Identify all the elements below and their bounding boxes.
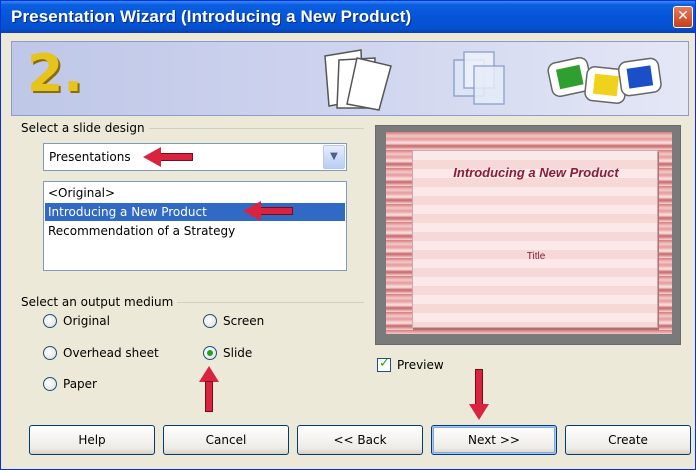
- color-slides-icon: [547, 56, 662, 104]
- slide-preview-title: Introducing a New Product: [453, 165, 619, 180]
- annotation-arrow-next-head: [469, 404, 489, 420]
- annotation-arrow-template-head: [243, 201, 261, 221]
- slide-preview-subtitle: Title: [526, 251, 546, 262]
- template-item-strategy[interactable]: Recommendation of a Strategy: [45, 222, 345, 240]
- preview-checkbox-label: Preview: [397, 358, 444, 372]
- radio-original-indicator[interactable]: [43, 314, 57, 328]
- template-item-new-product[interactable]: Introducing a New Product: [45, 203, 345, 221]
- back-button[interactable]: << Back: [297, 425, 423, 455]
- dropdown-arrow-icon[interactable]: ▼: [323, 145, 345, 169]
- template-list[interactable]: <Original> Introducing a New Product Rec…: [43, 181, 347, 271]
- annotation-arrow-next-shaft: [475, 369, 483, 405]
- slide-preview-card: Introducing a New Product Title: [412, 150, 658, 328]
- annotation-arrow-slide-shaft: [205, 381, 213, 412]
- output-medium-label: Select an output medium: [21, 295, 178, 309]
- radio-overhead-indicator[interactable]: [43, 346, 57, 360]
- template-item-original[interactable]: <Original>: [45, 184, 345, 202]
- slide-preview-background: Introducing a New Product Title: [386, 132, 672, 334]
- radio-paper[interactable]: Paper: [43, 377, 97, 391]
- preview-checkbox[interactable]: Preview: [377, 356, 444, 372]
- radio-slide-indicator[interactable]: [203, 346, 217, 360]
- radio-paper-indicator[interactable]: [43, 377, 57, 391]
- annotation-arrow-next: [469, 369, 489, 421]
- category-value: Presentations: [49, 150, 131, 164]
- annotation-arrow-slide-head: [199, 366, 219, 382]
- help-button[interactable]: Help: [29, 425, 155, 455]
- layers-icon: [453, 51, 505, 105]
- radio-overhead-label: Overhead sheet: [63, 346, 159, 360]
- radio-screen-indicator[interactable]: [203, 314, 217, 328]
- annotation-arrow-dropdown-shaft: [159, 153, 193, 161]
- radio-slide-label: Slide: [223, 346, 253, 360]
- radio-original[interactable]: Original: [43, 314, 110, 328]
- slide-preview: Introducing a New Product Title: [375, 125, 681, 345]
- category-dropdown[interactable]: Presentations ▼: [43, 143, 347, 171]
- window-title: Presentation Wizard (Introducing a New P…: [11, 7, 412, 26]
- slide-design-label: Select a slide design: [21, 121, 149, 135]
- annotation-arrow-dropdown: [143, 147, 193, 167]
- annotation-arrow-slide: [199, 366, 219, 412]
- annotation-arrow-template: [243, 201, 293, 221]
- create-button[interactable]: Create: [565, 425, 691, 455]
- cancel-button[interactable]: Cancel: [163, 425, 289, 455]
- title-bar[interactable]: Presentation Wizard (Introducing a New P…: [1, 1, 695, 33]
- preview-checkbox-box[interactable]: [377, 356, 391, 372]
- next-button[interactable]: Next >>: [431, 425, 557, 455]
- close-icon: ✕: [677, 8, 689, 24]
- annotation-arrow-template-shaft: [259, 207, 293, 215]
- radio-original-label: Original: [63, 314, 110, 328]
- step-number: 2.: [27, 44, 83, 104]
- annotation-arrow-dropdown-head: [143, 147, 161, 167]
- radio-overhead-sheet[interactable]: Overhead sheet: [43, 346, 159, 360]
- radio-screen[interactable]: Screen: [203, 314, 264, 328]
- presentation-wizard-window: Presentation Wizard (Introducing a New P…: [0, 0, 696, 470]
- wizard-banner: 2.: [11, 41, 689, 116]
- pages-icon: [324, 49, 392, 111]
- radio-slide[interactable]: Slide: [203, 346, 252, 360]
- radio-paper-label: Paper: [63, 377, 97, 391]
- radio-screen-label: Screen: [223, 314, 265, 328]
- close-button[interactable]: ✕: [673, 6, 693, 28]
